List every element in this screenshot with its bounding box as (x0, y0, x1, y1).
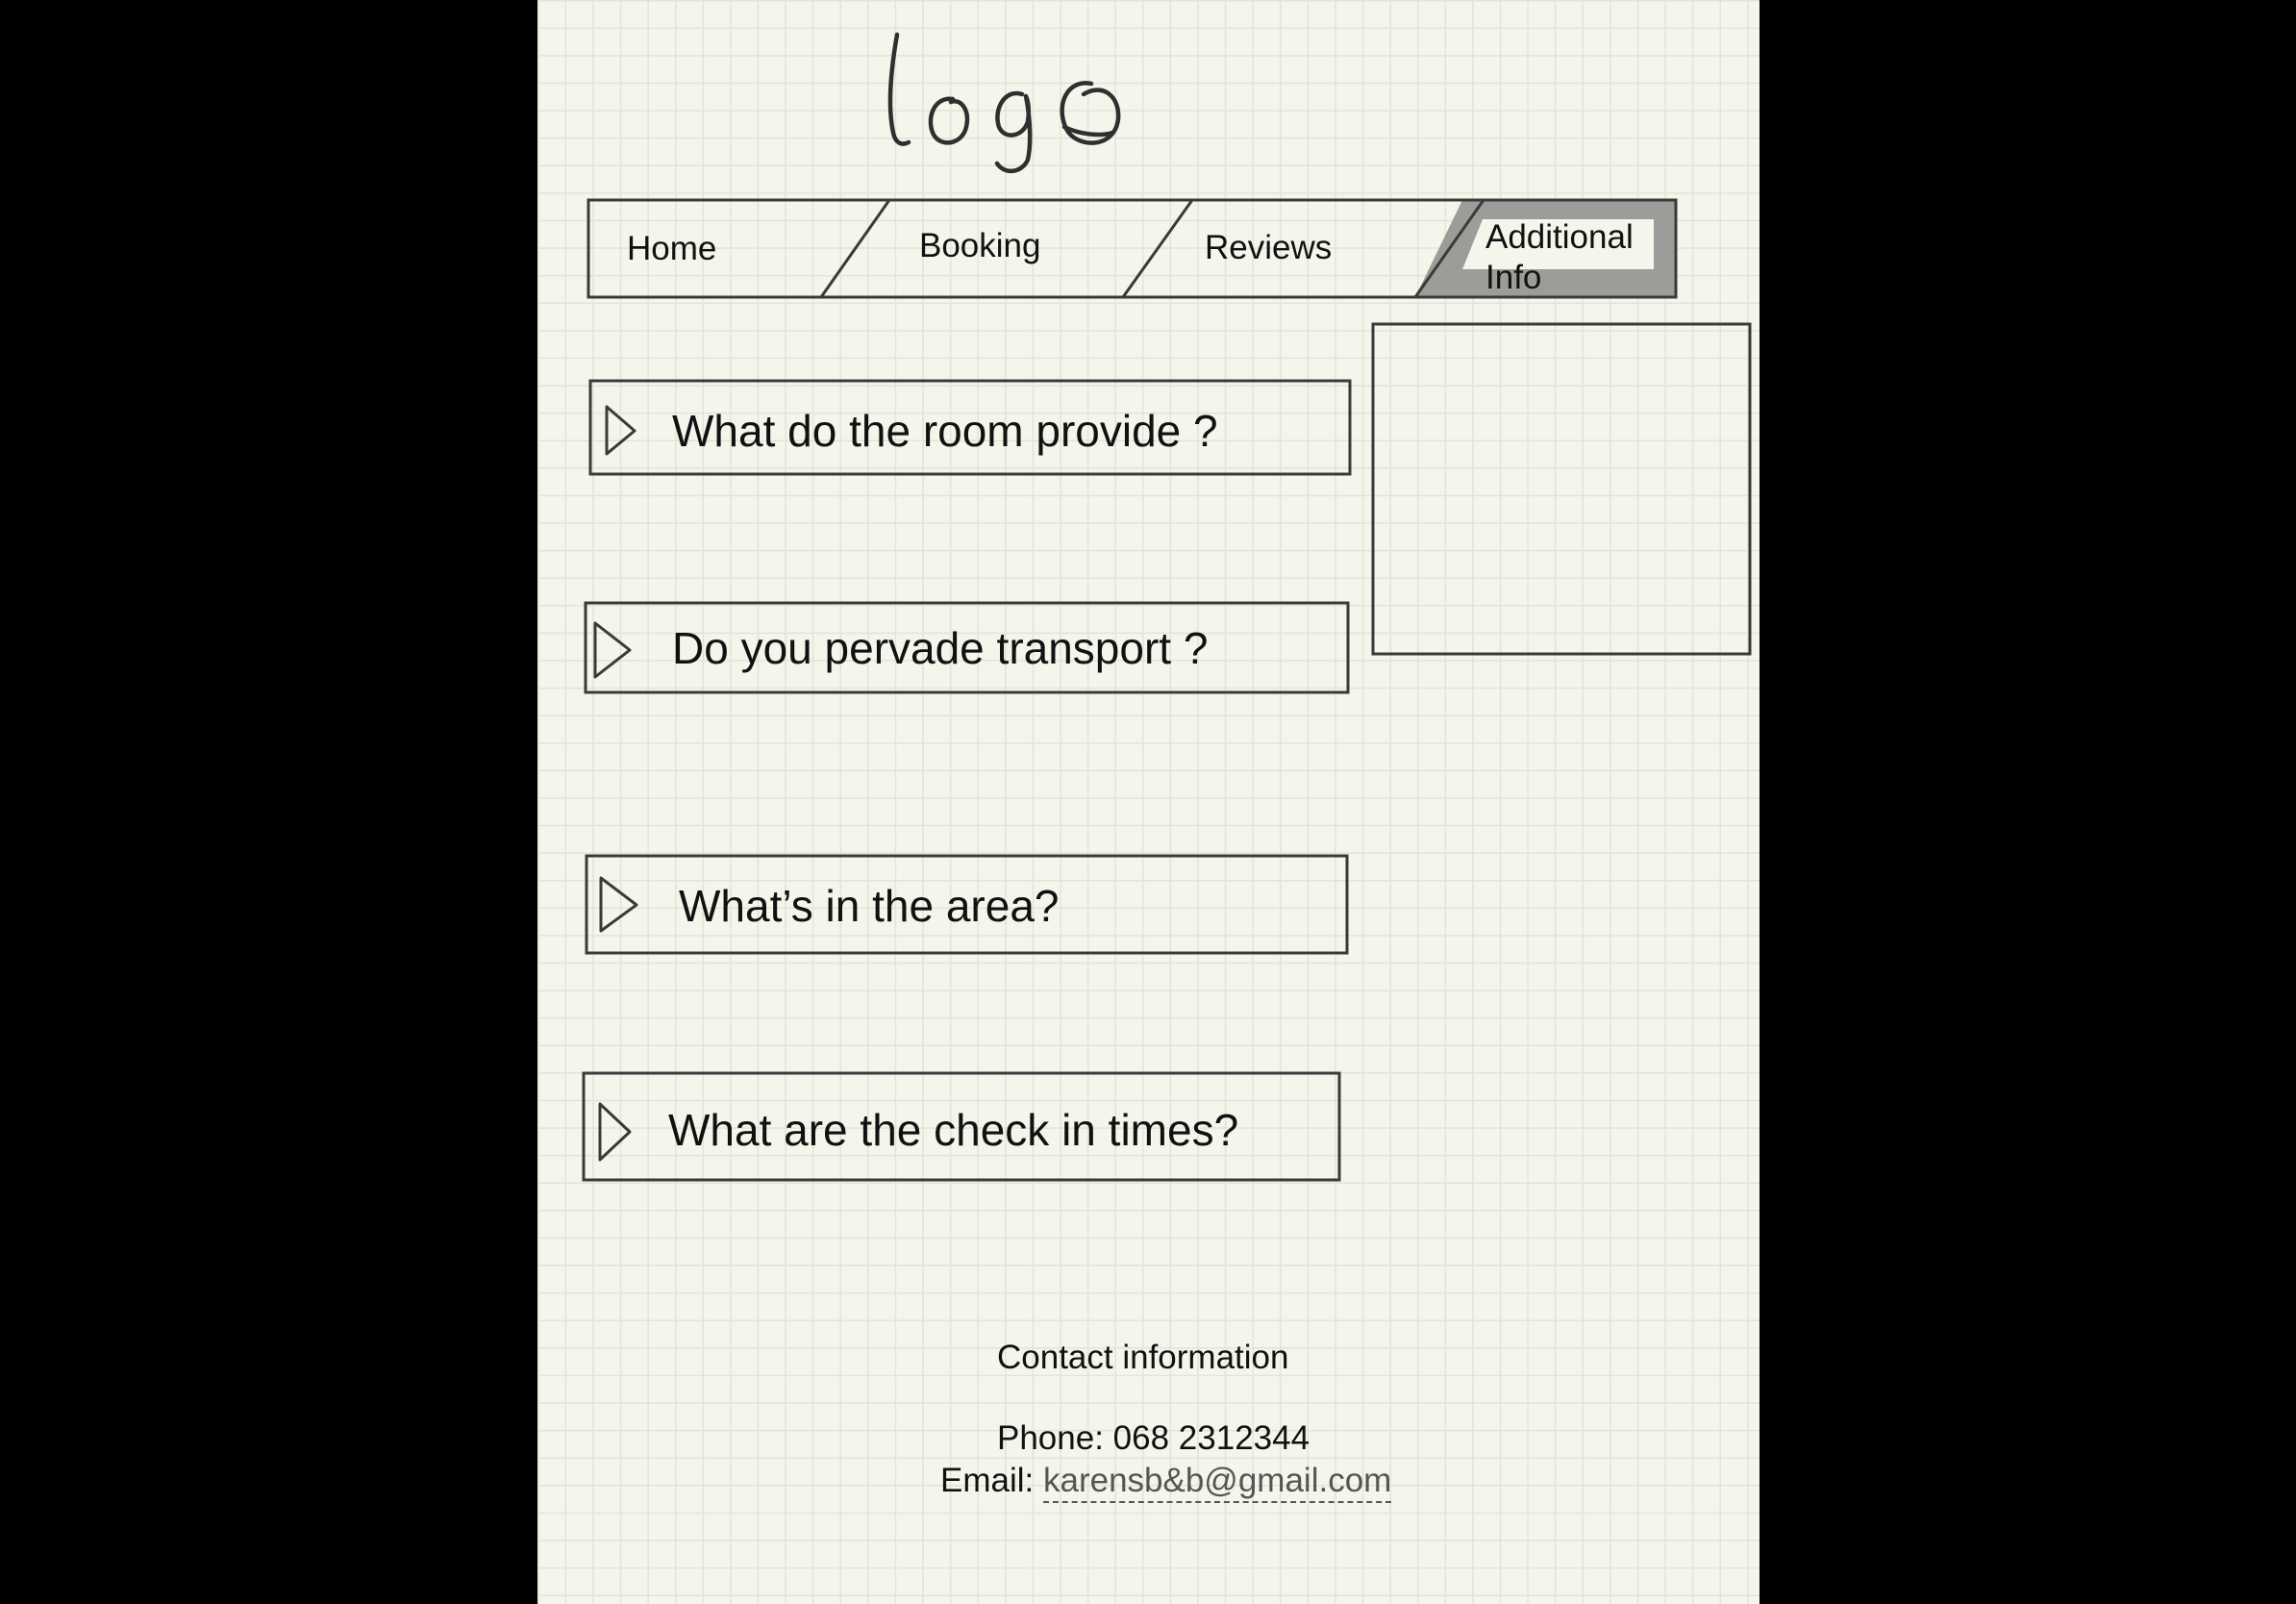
logo-letter-o (928, 96, 970, 145)
logo-letter-o2 (1060, 81, 1121, 145)
faq-list (582, 379, 1352, 1182)
faq-question: What’s in the area? (679, 881, 1060, 931)
nav-divider-2 (1121, 199, 1194, 298)
logo-letter-l (887, 32, 911, 146)
tab-booking-label: Booking (919, 227, 1041, 264)
faq-question: What do the room provide ? (672, 406, 1218, 456)
faq-question: What are the check in times? (668, 1105, 1239, 1155)
tab-booking[interactable]: Booking (919, 229, 1040, 263)
contact-email: Email: karensb&b@gmail.com (940, 1462, 1392, 1503)
tab-home-label: Home (627, 230, 717, 267)
email-label: Email: (940, 1462, 1035, 1499)
contact-phone: Phone: 068 2312344 (997, 1421, 1310, 1455)
faq-question: Do you pervade transport ? (672, 623, 1209, 673)
tab-home[interactable]: Home (627, 232, 716, 265)
tab-additional-info-line2: Info (1485, 259, 1542, 296)
tab-additional-info-line1: Additional (1485, 218, 1634, 256)
nav-divider-1 (819, 199, 891, 298)
contact-title: Contact information (997, 1339, 1289, 1376)
side-placeholder-box (1371, 322, 1752, 656)
tab-additional-info[interactable]: Additional Info (1485, 217, 1634, 298)
email-link[interactable]: karensb&b@gmail.com (1042, 1462, 1392, 1503)
tab-reviews[interactable]: Reviews (1205, 231, 1332, 264)
phone-label: Phone: (997, 1419, 1104, 1457)
wireframe-page: logo Home Booking Reviews Additional Inf… (537, 0, 1759, 1604)
logo-letter-g (994, 90, 1033, 173)
logo (887, 32, 1121, 173)
tab-reviews-label: Reviews (1205, 229, 1333, 266)
phone-value: 068 2312344 (1112, 1419, 1310, 1457)
